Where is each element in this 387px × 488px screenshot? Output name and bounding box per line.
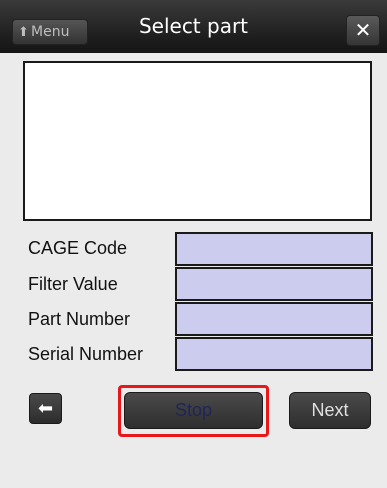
left-arrow-icon: ⬅ [37,398,54,419]
back-button[interactable]: ⬅ [29,393,62,424]
filter-value-label: Filter Value [28,274,118,294]
close-button[interactable]: ✕ [346,15,380,46]
serial-number-label: Serial Number [28,344,144,364]
title-bar: ⬆ Menu Select part ✕ [0,0,387,53]
filter-value-input[interactable] [175,267,373,301]
cage-code-label: CAGE Code [28,238,128,258]
serial-number-input[interactable] [175,337,373,371]
app-window: ⬆ Menu Select part ✕ CAGE Code Filter Val… [0,0,387,488]
next-button[interactable]: Next [289,392,371,429]
menu-button[interactable]: ⬆ Menu [12,19,88,45]
cage-code-input[interactable] [175,232,373,266]
part-number-label: Part Number [28,309,131,329]
up-arrow-icon: ⬆ [18,25,29,40]
parts-list[interactable] [23,61,372,221]
page-title: Select part [138,14,249,38]
stop-button[interactable]: Stop [124,392,263,429]
close-icon: ✕ [354,18,372,42]
part-number-input[interactable] [175,302,373,336]
menu-button-label: Menu [31,24,70,40]
